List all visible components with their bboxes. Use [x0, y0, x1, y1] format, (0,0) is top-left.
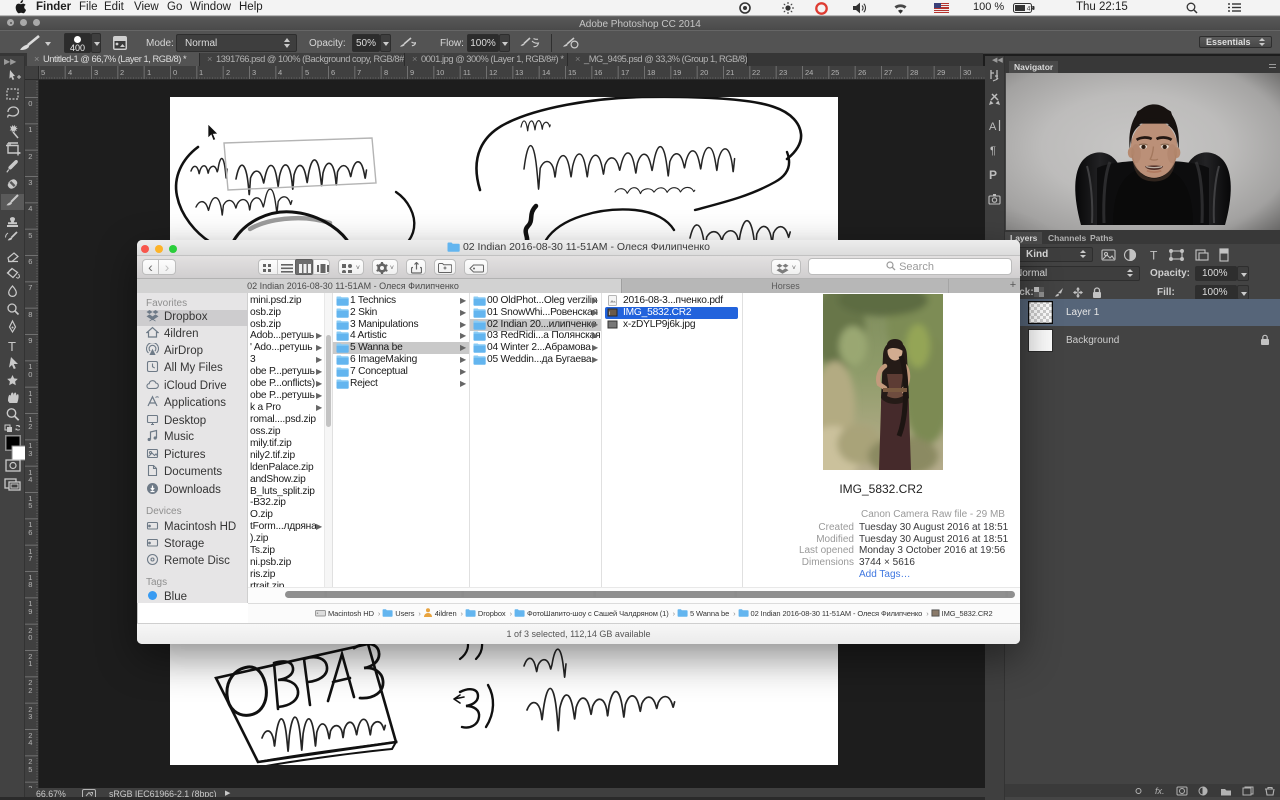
- svg-text:2: 2: [28, 422, 32, 431]
- svg-text:2: 2: [120, 68, 124, 77]
- svg-text:3: 3: [28, 178, 32, 187]
- svg-text:3: 3: [252, 68, 256, 77]
- svg-text:27: 27: [884, 68, 892, 77]
- svg-text:1: 1: [28, 659, 32, 668]
- svg-text:4: 4: [68, 68, 72, 77]
- svg-text:29: 29: [937, 68, 945, 77]
- svg-text:P: P: [989, 168, 997, 182]
- svg-text:2: 2: [226, 68, 230, 77]
- svg-text:12: 12: [489, 68, 497, 77]
- svg-text:8: 8: [384, 68, 388, 77]
- svg-text:▶▶: ▶▶: [4, 57, 17, 66]
- svg-text:11: 11: [463, 68, 471, 77]
- svg-text:0: 0: [173, 68, 177, 77]
- svg-text:14: 14: [542, 68, 550, 77]
- svg-text:0: 0: [28, 99, 32, 108]
- svg-text:16: 16: [594, 68, 602, 77]
- svg-text:9: 9: [410, 68, 414, 77]
- svg-text:5: 5: [305, 68, 309, 77]
- svg-text:13: 13: [515, 68, 523, 77]
- svg-text:◀◀: ◀◀: [992, 57, 1003, 64]
- svg-text:24: 24: [805, 68, 813, 77]
- svg-text:A: A: [989, 121, 997, 133]
- svg-text:0: 0: [28, 633, 32, 642]
- svg-text:5: 5: [28, 501, 32, 510]
- svg-text:6: 6: [28, 528, 32, 537]
- svg-text:T: T: [1150, 249, 1158, 263]
- svg-text:6: 6: [331, 68, 335, 77]
- svg-text:8: 8: [28, 310, 32, 319]
- svg-text:5: 5: [41, 68, 45, 77]
- svg-text:3: 3: [94, 68, 98, 77]
- svg-text:4: 4: [278, 68, 282, 77]
- svg-text:4: 4: [28, 475, 32, 484]
- svg-text:5: 5: [28, 765, 32, 774]
- svg-text:20: 20: [700, 68, 708, 77]
- svg-text:47: 47: [1027, 6, 1035, 13]
- svg-text:21: 21: [726, 68, 734, 77]
- svg-text:fx.: fx.: [1155, 786, 1165, 796]
- svg-text:7: 7: [28, 283, 32, 292]
- svg-text:17: 17: [621, 68, 629, 77]
- svg-text:19: 19: [673, 68, 681, 77]
- svg-text:7: 7: [28, 554, 32, 563]
- svg-text:4: 4: [28, 204, 32, 213]
- svg-text:25: 25: [831, 68, 839, 77]
- svg-text:28: 28: [910, 68, 918, 77]
- svg-text:2: 2: [28, 152, 32, 161]
- svg-text:18: 18: [647, 68, 655, 77]
- svg-text:3: 3: [28, 449, 32, 458]
- svg-text:1: 1: [147, 68, 151, 77]
- svg-text:26: 26: [858, 68, 866, 77]
- svg-text:5: 5: [28, 231, 32, 240]
- svg-text:9: 9: [28, 607, 32, 616]
- svg-text:30: 30: [963, 68, 971, 77]
- svg-text:22: 22: [752, 68, 760, 77]
- svg-text:7: 7: [357, 68, 361, 77]
- svg-text:T: T: [8, 339, 16, 354]
- svg-text:1: 1: [28, 396, 32, 405]
- svg-text:0: 0: [28, 370, 32, 379]
- svg-text:8: 8: [28, 580, 32, 589]
- svg-text:6: 6: [28, 257, 32, 266]
- svg-text:1: 1: [28, 125, 32, 134]
- svg-text:3: 3: [28, 712, 32, 721]
- svg-text:i: i: [609, 311, 610, 317]
- svg-text:4: 4: [28, 738, 32, 747]
- svg-text:15: 15: [568, 68, 576, 77]
- svg-text:1: 1: [199, 68, 203, 77]
- svg-text:¶: ¶: [990, 145, 996, 157]
- svg-text:2: 2: [28, 686, 32, 695]
- svg-text:23: 23: [779, 68, 787, 77]
- svg-text:9: 9: [28, 336, 32, 345]
- svg-text:10: 10: [436, 68, 444, 77]
